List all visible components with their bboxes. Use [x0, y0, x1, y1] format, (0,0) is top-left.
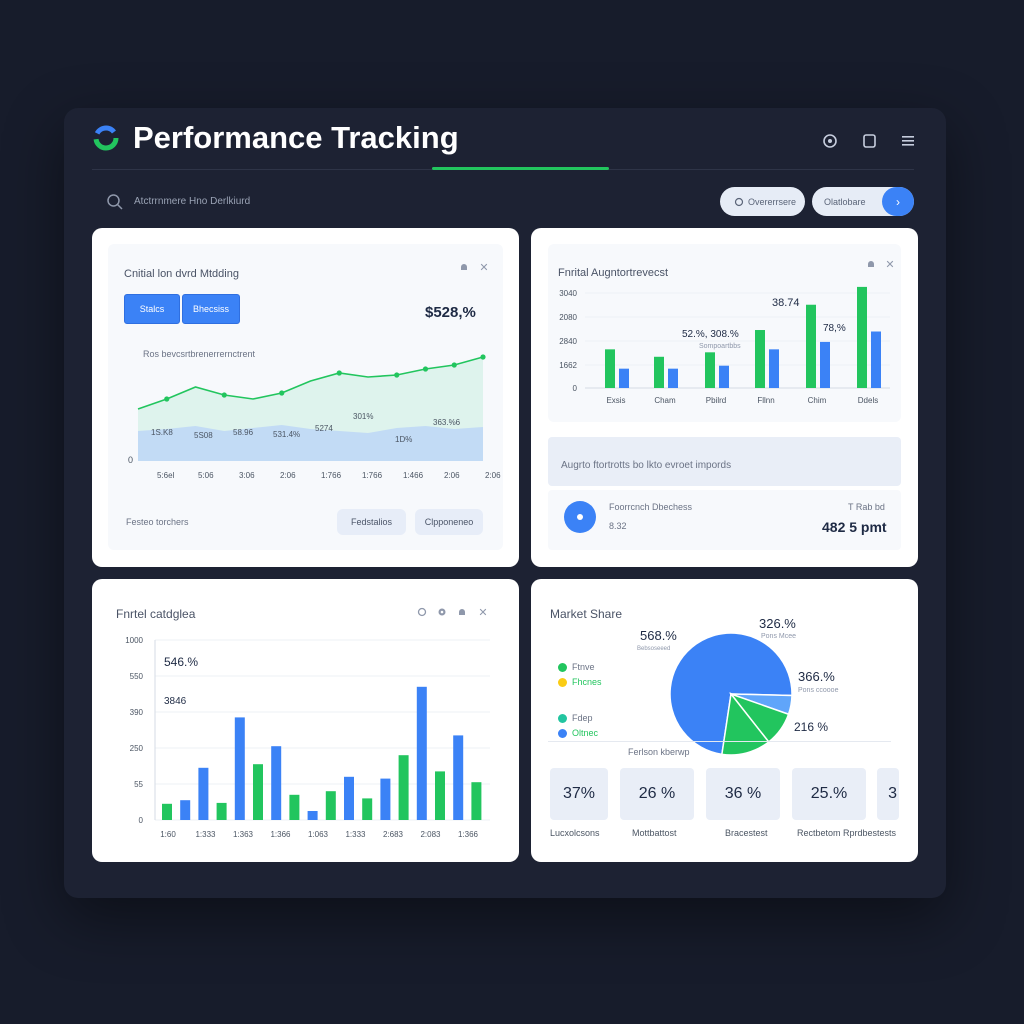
stat-label: Bracestest	[725, 828, 768, 838]
stat-tile: 3	[877, 768, 899, 820]
legend-swatch	[558, 729, 567, 738]
legend-label: Fhcnes	[572, 677, 602, 687]
stat-tile: 25.%	[792, 768, 866, 820]
stat-label: Mottbattost	[632, 828, 677, 838]
stat-tile: 36 %	[706, 768, 780, 820]
legend-swatch	[558, 678, 567, 687]
stat-tile: 26 %	[620, 768, 694, 820]
legend-label: Oltnec	[572, 728, 599, 738]
pie-caption: Ferlson kberwp	[628, 747, 690, 757]
divider	[548, 741, 891, 742]
legend-swatch	[558, 663, 567, 672]
stat-tile: 37%	[550, 768, 608, 820]
legend-swatch	[558, 714, 567, 723]
stat-label: Rectbetom Rprdbestests	[797, 828, 897, 838]
legend-label: Ftnve	[572, 662, 595, 672]
legend-label: Fdep	[572, 713, 593, 723]
pie-chart	[669, 632, 793, 756]
stat-label: Lucxolcsons	[550, 828, 600, 838]
